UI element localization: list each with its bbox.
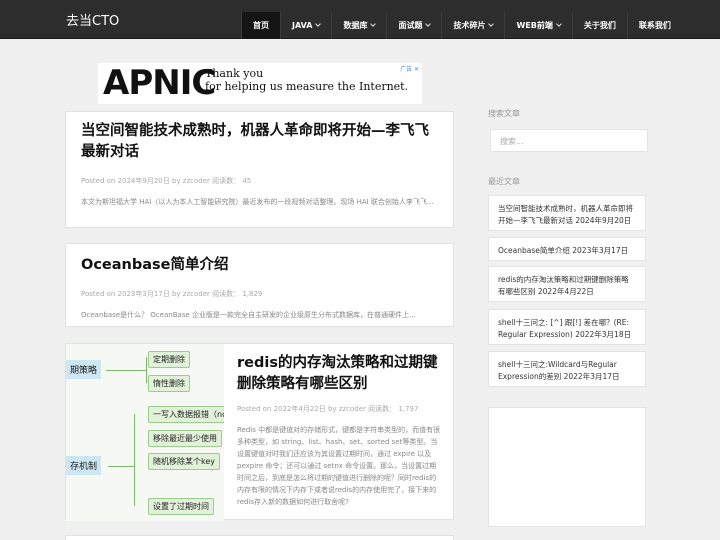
recent-post-title[interactable]: Oceanbase简单介绍: [498, 246, 570, 255]
chevron-down-icon: [425, 21, 432, 27]
nav-label: 首页: [253, 21, 269, 30]
mindmap-connector: [108, 466, 134, 467]
nav-item-web[interactable]: WEB前端: [504, 12, 571, 39]
recent-post-date: 2024年9月20日: [575, 216, 632, 225]
mindmap-node: 惰性删除: [148, 375, 190, 392]
ad-line-2: for helping us measure the Internet.: [205, 80, 409, 93]
post-thumbnail[interactable]: 期策略 定期删除 惰性删除 存机制 一写入数据报错（no 移除最近最少使用 随机…: [66, 344, 224, 521]
post-title[interactable]: 当空间智能技术成熟时，机器人革命即将开始—李飞飞最新对话: [81, 121, 438, 163]
ad-text: Thank you for helping us measure the Int…: [205, 67, 408, 93]
post-card: 当空间智能技术成熟时，机器人革命即将开始—李飞飞最新对话 Posted on 2…: [65, 111, 454, 228]
chevron-down-icon: [315, 21, 322, 27]
mindmap-node: 随机移除某个key: [148, 453, 221, 470]
recent-post-item[interactable]: shell十三问之:Wildcard与Regular Expression的差别…: [488, 351, 646, 387]
recent-post-date: 2022年3月17日: [563, 372, 620, 381]
post-meta: Posted on 2022年4月22日 by zzcoder 阅读数： 1,7…: [237, 405, 419, 413]
nav-item-home[interactable]: 首页: [241, 12, 280, 39]
main-nav: 首页 JAVA 数据库 面试题 技术碎片 WEB前端 关于我们 联系我们: [241, 12, 682, 39]
post-excerpt: Oceanbase是什么？ OceanBase 企业版是一款完全自主研发的企业级…: [81, 311, 416, 319]
nav-label: JAVA: [292, 21, 313, 30]
ad-logo: APNIC: [103, 63, 216, 103]
recent-post-item[interactable]: Oceanbase简单介绍 2023年3月17日: [488, 237, 646, 261]
ad-banner[interactable]: APNIC Thank you for helping us measure t…: [98, 63, 422, 104]
nav-label: WEB前端: [516, 21, 553, 30]
ad-close-icon[interactable]: 广告 ✕: [400, 64, 419, 73]
nav-label: 数据库: [343, 21, 368, 30]
mindmap-node: 移除最近最少使用: [148, 430, 222, 447]
top-navbar: 去当CTO 首页 JAVA 数据库 面试题 技术碎片 WEB前端 关于我们 联系…: [0, 0, 720, 39]
chevron-down-icon: [556, 21, 562, 27]
post-body: redis的内存淘汰策略和过期键删除策略有哪些区别 Posted on 2022…: [237, 353, 443, 508]
post-title[interactable]: redis的内存淘汰策略和过期键删除策略有哪些区别: [237, 353, 443, 395]
nav-item-contact[interactable]: 联系我们: [626, 12, 682, 39]
ad-line-1: Thank you: [205, 67, 264, 80]
mindmap-node: 定期删除: [148, 351, 190, 368]
post-excerpt: 本文为斯坦福大学 HAI（以人为本人工智能研究院）最近发布的一段视频对话整理。现…: [81, 198, 434, 206]
mindmap-root: 存机制: [66, 456, 102, 475]
recent-post-date: 2022年4月22日: [537, 287, 594, 296]
post-meta: Posted on 2024年9月20日 by zzcoder 阅读数： 45: [81, 177, 252, 185]
nav-item-interview[interactable]: 面试题: [386, 12, 441, 39]
site-brand[interactable]: 去当CTO: [66, 10, 119, 29]
nav-item-about[interactable]: 关于我们: [571, 12, 627, 39]
post-title[interactable]: Oceanbase简单介绍: [81, 255, 438, 276]
search-heading: 搜索文章: [488, 109, 520, 118]
mindmap-connector: [134, 414, 135, 506]
nav-label: 联系我们: [638, 21, 671, 30]
recent-post-date: 2022年3月18日: [575, 330, 632, 339]
post-excerpt: Redis 中都是键值对的存储形式，键都是字符串类型的，而值有很多种类型，如 s…: [237, 426, 441, 506]
search-input[interactable]: 搜索...: [490, 129, 648, 152]
post-card: 期策略 定期删除 惰性删除 存机制 一写入数据报错（no 移除最近最少使用 随机…: [65, 343, 454, 521]
recent-post-item[interactable]: shell十三问之: [^] 跟[!] 差在哪？(RE: Regular Exp…: [488, 309, 646, 345]
mindmap-node: 设置了过期时间: [148, 498, 214, 515]
mindmap-root: 期策略: [66, 360, 102, 379]
nav-label: 面试题: [398, 21, 423, 30]
post-card: [65, 535, 454, 540]
recent-heading: 最近文章: [488, 177, 520, 186]
nav-item-tech[interactable]: 技术碎片: [441, 12, 504, 39]
nav-label: 技术碎片: [453, 21, 486, 30]
sidebar-widget: [488, 407, 646, 527]
recent-post-item[interactable]: 当空间智能技术成熟时，机器人革命即将开始—李飞飞最新对话 2024年9月20日: [488, 195, 646, 231]
mindmap-node: 一写入数据报错（no: [148, 406, 224, 423]
recent-post-item[interactable]: redis的内存淘汰策略和过期键删除策略有哪些区别 2022年4月22日: [488, 266, 646, 302]
mindmap-connector: [146, 357, 147, 383]
chevron-down-icon: [488, 21, 495, 27]
nav-item-database[interactable]: 数据库: [331, 12, 386, 39]
recent-post-date: 2023年3月17日: [572, 246, 629, 255]
mindmap-connector: [106, 370, 146, 371]
post-card: Oceanbase简单介绍 Posted on 2023年3月17日 by zz…: [65, 243, 454, 327]
chevron-down-icon: [370, 21, 377, 27]
post-meta: Posted on 2023年3月17日 by zzcoder 阅读数： 1,8…: [81, 290, 263, 298]
nav-label: 关于我们: [583, 21, 616, 30]
nav-item-java[interactable]: JAVA: [280, 12, 331, 39]
